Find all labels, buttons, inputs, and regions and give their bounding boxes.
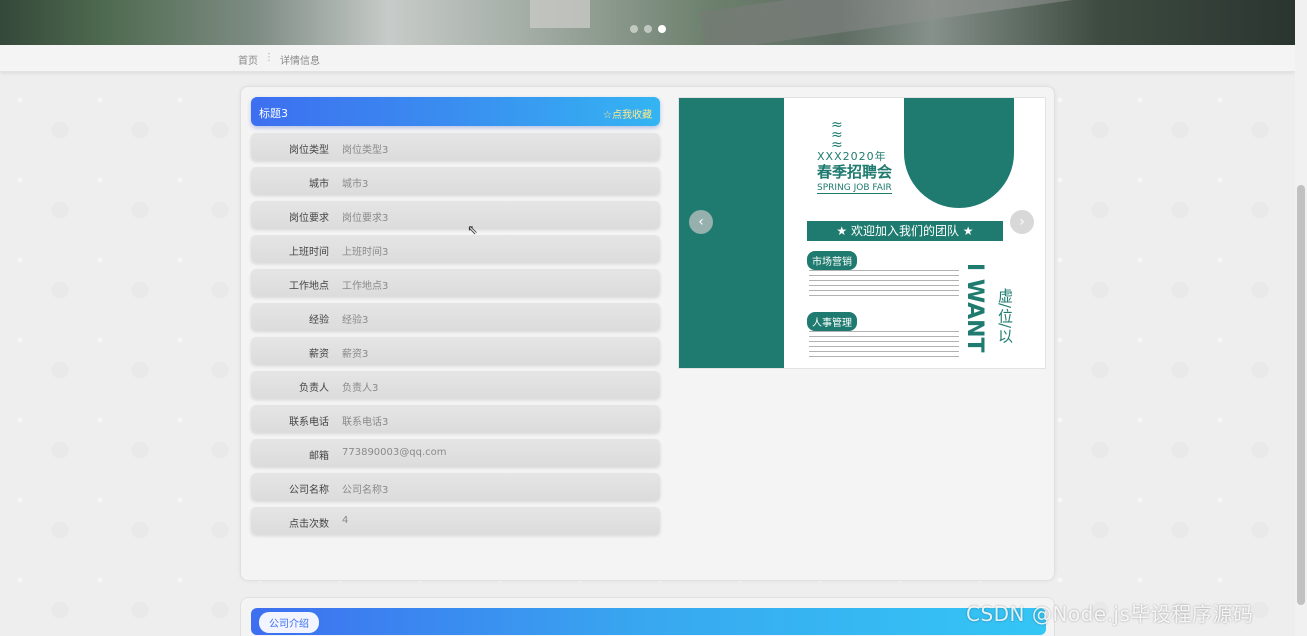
carousel-dot[interactable]: [644, 25, 652, 33]
detail-field-row: 薪资 薪资3: [251, 337, 660, 364]
job-poster-image: ≈ ≈ ≈ XXX2020年 春季招聘会 SPRING JOB FAIR ★ 欢迎加…: [678, 97, 1046, 369]
detail-field-label: 工作地点: [289, 281, 329, 292]
carousel-dots: [630, 25, 666, 33]
detail-field-label: 岗位类型: [289, 145, 329, 156]
detail-field-row: 公司名称 公司名称3: [251, 473, 660, 500]
poster-section-hr: 人事管理: [807, 312, 857, 331]
detail-field-value: 经验3: [342, 315, 369, 326]
chevron-right-icon: ›: [1019, 214, 1025, 230]
breadcrumb-separator: ⋮: [264, 52, 274, 63]
breadcrumb: 首页 ⋮ 详情信息: [238, 52, 320, 67]
detail-field-row: 岗位要求 岗位要求3: [251, 201, 660, 228]
detail-field-label: 点击次数: [289, 519, 329, 530]
poster-wave-icon: ≈ ≈ ≈: [831, 117, 843, 153]
company-intro-tab[interactable]: 公司介绍: [259, 612, 319, 633]
detail-field-row: 上班时间 上班时间3: [251, 235, 660, 262]
detail-field-value: 公司名称3: [342, 485, 389, 496]
detail-field-value: 工作地点3: [342, 281, 389, 292]
detail-field-row: 邮箱 773890003@qq.com: [251, 439, 660, 466]
detail-field-label: 邮箱: [309, 451, 329, 462]
detail-field-value: 773890003@qq.com: [342, 447, 447, 458]
detail-field-value: 4: [342, 515, 349, 526]
detail-field-row: 经验 经验3: [251, 303, 660, 330]
poster-title-cn: 春季招聘会: [817, 163, 893, 181]
poster-green-shape: [904, 98, 1014, 208]
favorite-button[interactable]: ☆点我收藏: [603, 106, 652, 121]
carousel-dot[interactable]: [630, 25, 638, 33]
detail-field-value: 联系电话3: [342, 417, 389, 428]
poster-left-strip: [679, 98, 784, 368]
page-scrollbar[interactable]: [1295, 0, 1307, 636]
detail-field-value: 上班时间3: [342, 247, 389, 258]
detail-field-label: 负责人: [299, 383, 329, 394]
company-intro-card: 公司介绍: [240, 597, 1055, 636]
detail-field-label: 岗位要求: [289, 213, 329, 224]
hero-banner: [0, 0, 1295, 45]
detail-field-label: 上班时间: [289, 247, 329, 258]
poster-banner: ★ 欢迎加入我们的团队 ★: [807, 221, 1003, 241]
watermark: CSDN @Node.js毕设程序源码: [966, 602, 1254, 626]
detail-card: 标题3 ☆点我收藏 岗位类型 岗位类型3 城市 城市3 岗位要求 岗位要求3 上班时间 上班时…: [240, 86, 1055, 581]
mouse-cursor-icon: ⇖: [467, 223, 478, 238]
detail-field-label: 薪资: [309, 349, 329, 360]
poster-text-lines: [809, 270, 959, 300]
hero-building-image: [530, 0, 590, 28]
detail-field-row: 点击次数 4: [251, 507, 660, 534]
hero-road-image: [700, 0, 1295, 45]
detail-field-row: 联系电话 联系电话3: [251, 405, 660, 432]
detail-field-row: 岗位类型 岗位类型3: [251, 133, 660, 160]
company-intro-bar: 公司介绍: [251, 608, 1046, 635]
breadcrumb-bar: 首页 ⋮ 详情信息: [0, 45, 1295, 72]
detail-title-bar: 标题3 ☆点我收藏: [251, 97, 660, 126]
breadcrumb-home[interactable]: 首页: [238, 52, 258, 67]
detail-field-value: 城市3: [342, 179, 369, 190]
detail-field-label: 公司名称: [289, 485, 329, 496]
detail-title: 标题3: [259, 107, 288, 120]
detail-field-value: 负责人3: [342, 383, 379, 394]
detail-field-row: 负责人 负责人3: [251, 371, 660, 398]
detail-field-value: 岗位类型3: [342, 145, 389, 156]
poster-side-text: 虚/位/以: [996, 288, 1014, 344]
detail-field-label: 经验: [309, 315, 329, 326]
carousel-dot-active[interactable]: [658, 25, 666, 33]
breadcrumb-current: 详情信息: [280, 56, 320, 67]
detail-field-label: 联系电话: [289, 417, 329, 428]
detail-field-row: 城市 城市3: [251, 167, 660, 194]
detail-field-row: 工作地点 工作地点3: [251, 269, 660, 296]
carousel-next-button[interactable]: ›: [1010, 210, 1034, 234]
poster-vertical-text: I WANT: [962, 263, 987, 353]
detail-field-label: 城市: [309, 179, 329, 190]
poster-section-marketing: 市场营销: [807, 251, 857, 270]
poster-text-lines: [809, 331, 959, 361]
poster-title-en: SPRING JOB FAIR: [817, 183, 892, 194]
detail-field-value: 薪资3: [342, 349, 369, 360]
carousel-prev-button[interactable]: ‹: [689, 210, 713, 234]
chevron-left-icon: ‹: [698, 214, 704, 230]
detail-field-value: 岗位要求3: [342, 213, 389, 224]
scrollbar-thumb[interactable]: [1297, 185, 1305, 605]
